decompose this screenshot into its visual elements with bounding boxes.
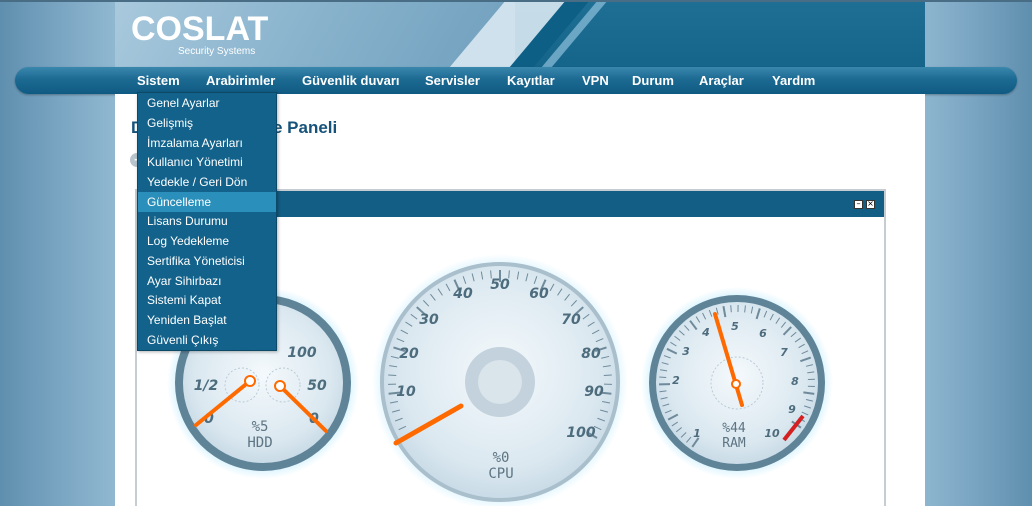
ram-readout: %44: [722, 421, 746, 436]
menu-item-gelismis[interactable]: Gelişmiş: [138, 113, 276, 133]
ram-tick-label: 2: [672, 374, 680, 387]
hdd-readout: %5: [252, 419, 269, 435]
hdd-scale-left-label: 1/2: [194, 378, 219, 394]
menu-item-imzalama-ayarlari[interactable]: İmzalama Ayarları: [138, 133, 276, 153]
ram-tick-label: 8: [791, 375, 799, 388]
menu-item-genel-ayarlar[interactable]: Genel Ayarlar: [138, 93, 276, 113]
menu-item-guncelleme[interactable]: Güncelleme: [138, 192, 276, 212]
cpu-tick-label: 40: [452, 286, 473, 302]
sistem-dropdown-menu: Genel Ayarlar Gelişmiş İmzalama Ayarları…: [137, 92, 277, 351]
ram-tick-label: 4: [701, 326, 710, 339]
cpu-tick-label: 80: [581, 346, 601, 362]
hdd-needle-pivot: [244, 375, 256, 387]
hdd-scale-right-label: 100: [287, 345, 316, 361]
cpu-hub-inner: [478, 360, 522, 404]
cpu-readout: %0: [493, 450, 510, 466]
ram-tick-label: 9: [788, 403, 796, 416]
cpu-tick-label: 50: [490, 277, 510, 293]
ram-tick-label: 6: [759, 327, 767, 340]
menu-item-sertifika-yoneticisi[interactable]: Sertifika Yöneticisi: [138, 251, 276, 271]
ram-tick-label: 5: [731, 320, 739, 333]
menu-item-log-yedekleme[interactable]: Log Yedekleme: [138, 231, 276, 251]
menu-item-lisans-durumu[interactable]: Lisans Durumu: [138, 211, 276, 231]
menu-item-kullanici-yonetimi[interactable]: Kullanıcı Yönetimi: [138, 152, 276, 172]
ram-tick-label: 7: [780, 346, 788, 359]
ram-tick-label: 1: [693, 427, 701, 440]
cpu-tick-label: 20: [399, 346, 419, 362]
gauge-tick: [659, 376, 667, 379]
ram-tick-label: 10: [764, 427, 780, 440]
menu-item-ayar-sihirbazi[interactable]: Ayar Sihirbazı: [138, 271, 276, 291]
cpu-tick-label: 100: [566, 425, 595, 441]
ram-label: RAM: [722, 436, 746, 451]
menu-item-guvenli-cikis[interactable]: Güvenli Çıkış: [138, 330, 276, 350]
gauge-tick: [388, 374, 397, 376]
ram-needle-pivot: [731, 379, 741, 389]
cpu-label: CPU: [488, 466, 513, 482]
menu-item-yedekle-geri-don[interactable]: Yedekle / Geri Dön: [138, 172, 276, 192]
gauge-tick: [730, 305, 732, 313]
cpu-tick-label: 30: [419, 312, 439, 328]
hdd-needle-pivot: [274, 380, 286, 392]
menu-item-yeniden-baslat[interactable]: Yeniden Başlat: [138, 310, 276, 330]
ram-tick-label: 3: [682, 345, 690, 358]
hdd-scale-right-label: 50: [307, 378, 327, 394]
cpu-gauge: 10 20 30 40 50 60 70 80 90 100 %0 CPU: [372, 254, 628, 506]
gauge-tick: [603, 374, 612, 376]
menu-item-sistemi-kapat[interactable]: Sistemi Kapat: [138, 290, 276, 310]
cpu-tick-label: 10: [396, 384, 416, 400]
hdd-label: HDD: [247, 435, 272, 451]
cpu-tick-label: 90: [584, 384, 604, 400]
cpu-tick-label: 70: [561, 312, 581, 328]
ram-gauge: 1 2 3 4 5 6 7 8 9 10 %44 RAM: [641, 287, 833, 479]
cpu-tick-label: 60: [529, 286, 549, 302]
